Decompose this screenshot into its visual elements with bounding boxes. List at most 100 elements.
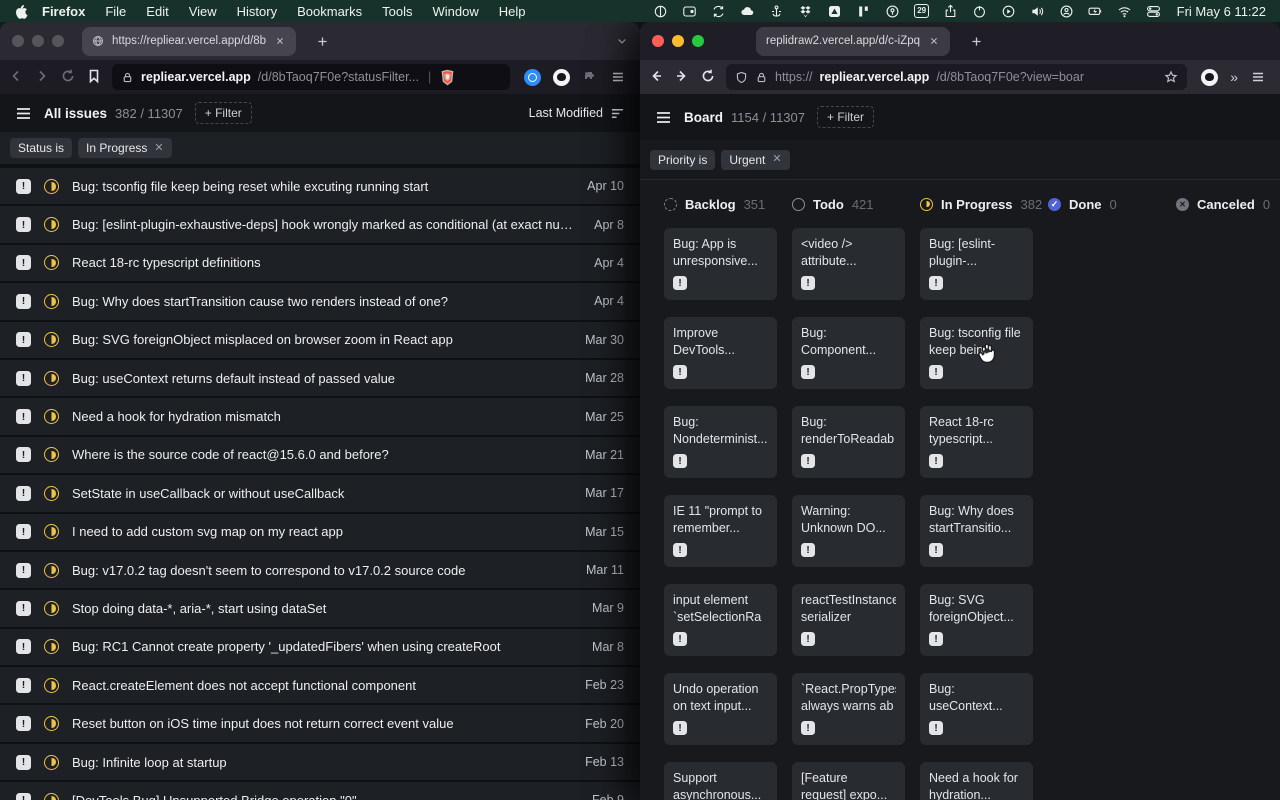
- cloud-icon[interactable]: [740, 4, 756, 19]
- issue-row[interactable]: ! Need a hook for hydration mismatch Mar…: [0, 396, 640, 434]
- status-in-progress-icon[interactable]: [44, 217, 59, 232]
- forward-button[interactable]: [674, 68, 692, 86]
- browser-tab[interactable]: https://repliear.vercel.app/d/8b: [82, 27, 296, 56]
- priority-urgent-icon[interactable]: !: [16, 179, 31, 194]
- issue-row[interactable]: ! Where is the source code of react@15.6…: [0, 435, 640, 473]
- status-in-progress-icon[interactable]: [44, 524, 59, 539]
- screen-record-icon[interactable]: [682, 4, 698, 19]
- browser-tab[interactable]: replidraw2.vercel.app/d/c-iZpq: [756, 27, 950, 56]
- minimize-window-button[interactable]: [32, 35, 44, 47]
- issue-card[interactable]: Improve DevTools... !: [664, 317, 777, 389]
- power-icon[interactable]: [972, 4, 988, 19]
- issue-row[interactable]: ! SetState in useCallback or without use…: [0, 473, 640, 511]
- priority-urgent-icon[interactable]: !: [16, 409, 31, 424]
- close-window-button[interactable]: [652, 35, 664, 47]
- issue-row[interactable]: ! Bug: Infinite loop at startup Feb 13: [0, 742, 640, 780]
- shutter-icon[interactable]: [653, 4, 669, 19]
- status-in-progress-icon[interactable]: [44, 332, 59, 347]
- control-center-icon[interactable]: [1146, 4, 1162, 19]
- issue-card[interactable]: React 18-rc typescript... !: [920, 406, 1033, 478]
- status-in-progress-icon[interactable]: [44, 179, 59, 194]
- wifi-icon[interactable]: [1117, 4, 1133, 19]
- issue-row[interactable]: ! [DevTools Bug] Unsupported Bridge oper…: [0, 780, 640, 800]
- url-bar[interactable]: https://repliear.vercel.app/d/8bTaoq7F0e…: [726, 64, 1187, 90]
- issue-card[interactable]: Bug: Why does startTransitio... !: [920, 495, 1033, 567]
- chip-close-icon[interactable]: ✕: [772, 154, 781, 165]
- reload-button[interactable]: [700, 68, 718, 86]
- issue-card[interactable]: Support asynchronous... !: [664, 762, 777, 800]
- priority-urgent-icon[interactable]: !: [16, 332, 31, 347]
- github-extension-icon[interactable]: [553, 69, 570, 86]
- calendar-icon[interactable]: 29: [914, 4, 930, 19]
- issue-row[interactable]: ! Stop doing data-*, aria-*, start using…: [0, 588, 640, 626]
- back-button[interactable]: [648, 68, 666, 86]
- shield-icon[interactable]: [735, 71, 748, 84]
- menubar-item-edit[interactable]: Edit: [136, 4, 178, 19]
- menubar-item-help[interactable]: Help: [489, 4, 536, 19]
- forward-button[interactable]: [34, 68, 52, 86]
- issue-row[interactable]: ! Bug: tsconfig file keep being reset wh…: [0, 166, 640, 204]
- brave-shield-icon[interactable]: [440, 69, 455, 86]
- menubar-item-history[interactable]: History: [227, 4, 287, 19]
- battery-icon[interactable]: [1088, 4, 1104, 19]
- status-in-progress-icon[interactable]: [44, 447, 59, 462]
- issue-card[interactable]: Bug: Nondeterminist... !: [664, 406, 777, 478]
- chip-close-icon[interactable]: ✕: [154, 143, 163, 154]
- new-tab-button[interactable]: [316, 35, 329, 48]
- issue-row[interactable]: ! Bug: [eslint-plugin-exhaustive-deps] h…: [0, 204, 640, 242]
- apple-logo-icon[interactable]: [14, 4, 28, 19]
- play-circle-icon[interactable]: [1001, 4, 1017, 19]
- filter-chip[interactable]: Priority is: [650, 150, 715, 170]
- priority-urgent-icon[interactable]: !: [16, 755, 31, 770]
- blocks-icon[interactable]: [856, 4, 872, 19]
- minimize-window-button[interactable]: [672, 35, 684, 47]
- overflow-chevrons-icon[interactable]: »: [1230, 70, 1238, 84]
- sort-control[interactable]: Last Modified: [529, 106, 625, 120]
- issue-row[interactable]: ! Reset button on iOS time input does no…: [0, 703, 640, 741]
- menubar-item-firefox[interactable]: Firefox: [32, 4, 95, 19]
- close-window-button[interactable]: [12, 35, 24, 47]
- github-extension-icon[interactable]: [1201, 69, 1218, 86]
- issue-row[interactable]: ! I need to add custom svg map on my rea…: [0, 512, 640, 550]
- issue-card[interactable]: Bug: [eslint-plugin-... !: [920, 228, 1033, 300]
- priority-urgent-icon[interactable]: !: [16, 255, 31, 270]
- status-in-progress-icon[interactable]: [44, 294, 59, 309]
- issue-card[interactable]: input element `setSelectionRa !: [664, 584, 777, 656]
- issue-card[interactable]: reactTestInstance serializer !: [792, 584, 905, 656]
- tab-overflow-chevron-icon[interactable]: [616, 35, 628, 47]
- issue-row[interactable]: ! React.createElement does not accept fu…: [0, 665, 640, 703]
- issue-card[interactable]: Bug: tsconfig file keep bein... !: [920, 317, 1033, 389]
- add-filter-button[interactable]: + Filter: [817, 106, 874, 128]
- menubar-item-view[interactable]: View: [179, 4, 227, 19]
- sidebar-toggle-icon[interactable]: [655, 109, 672, 126]
- menu-hamburger-icon[interactable]: [610, 69, 626, 85]
- status-in-progress-icon[interactable]: [44, 716, 59, 731]
- priority-urgent-icon[interactable]: !: [16, 447, 31, 462]
- filter-chip[interactable]: Urgent✕: [721, 150, 789, 170]
- zoom-window-button[interactable]: [52, 35, 64, 47]
- issue-row[interactable]: ! Bug: useContext returns default instea…: [0, 358, 640, 396]
- close-tab-icon[interactable]: [274, 35, 286, 47]
- issue-card[interactable]: <video /> attribute... !: [792, 228, 905, 300]
- docker-icon[interactable]: [769, 4, 785, 19]
- reload-button[interactable]: [60, 68, 78, 86]
- play-square-icon[interactable]: [827, 4, 843, 19]
- status-in-progress-icon[interactable]: [44, 255, 59, 270]
- status-in-progress-icon[interactable]: [44, 486, 59, 501]
- back-button[interactable]: [8, 68, 26, 86]
- onepassword-extension-icon[interactable]: [524, 69, 541, 86]
- extensions-puzzle-icon[interactable]: [582, 69, 598, 85]
- issue-row[interactable]: ! Bug: SVG foreignObject misplaced on br…: [0, 320, 640, 358]
- issue-card[interactable]: Bug: Component... !: [792, 317, 905, 389]
- onepassword-icon[interactable]: [885, 4, 901, 19]
- status-in-progress-icon[interactable]: [44, 639, 59, 654]
- priority-urgent-icon[interactable]: !: [16, 678, 31, 693]
- sync-icon[interactable]: [711, 4, 727, 19]
- status-in-progress-icon[interactable]: [44, 409, 59, 424]
- bookmark-star-icon[interactable]: [1164, 70, 1178, 84]
- share-icon[interactable]: [943, 4, 959, 19]
- priority-urgent-icon[interactable]: !: [16, 486, 31, 501]
- priority-urgent-icon[interactable]: !: [16, 716, 31, 731]
- menubar-item-file[interactable]: File: [95, 4, 136, 19]
- close-tab-icon[interactable]: [928, 35, 940, 47]
